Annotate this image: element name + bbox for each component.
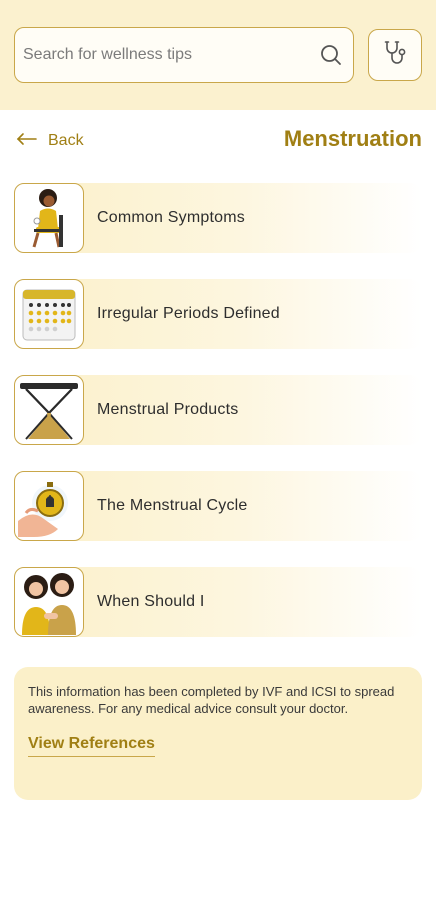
search-icon[interactable] <box>319 43 343 67</box>
back-button[interactable]: Back <box>16 128 84 154</box>
topic-card-when-should-i[interactable]: When Should I <box>14 567 422 637</box>
disclaimer-box: This information has been completed by I… <box>14 667 422 800</box>
stopwatch-illustration <box>14 471 84 541</box>
calendar-illustration <box>14 279 84 349</box>
two-women-illustration <box>14 567 84 637</box>
topic-list: Common Symptoms Irregular Periods Define… <box>14 183 422 663</box>
page-title: Menstruation <box>283 126 422 151</box>
topic-label: Common Symptoms <box>97 209 245 226</box>
search-bar[interactable] <box>14 27 354 83</box>
back-label: Back <box>48 132 84 149</box>
topic-label: Irregular Periods Defined <box>97 305 280 322</box>
woman-sitting-illustration <box>14 183 84 253</box>
search-input[interactable] <box>23 46 319 64</box>
topic-card-menstrual-products[interactable]: Menstrual Products <box>14 375 422 445</box>
hourglass-illustration <box>14 375 84 445</box>
view-references-link[interactable]: View References <box>28 735 155 757</box>
topic-card-common-symptoms[interactable]: Common Symptoms <box>14 183 422 253</box>
arrow-left-icon <box>16 132 38 151</box>
topic-label: Menstrual Products <box>97 401 239 418</box>
topic-card-menstrual-cycle[interactable]: The Menstrual Cycle <box>14 471 422 541</box>
stethoscope-icon <box>380 38 410 73</box>
stethoscope-button[interactable] <box>368 29 422 81</box>
topic-card-irregular-periods[interactable]: Irregular Periods Defined <box>14 279 422 349</box>
topic-label: When Should I <box>97 593 205 610</box>
disclaimer-text: This information has been completed by I… <box>28 684 395 716</box>
topic-label: The Menstrual Cycle <box>97 497 248 514</box>
